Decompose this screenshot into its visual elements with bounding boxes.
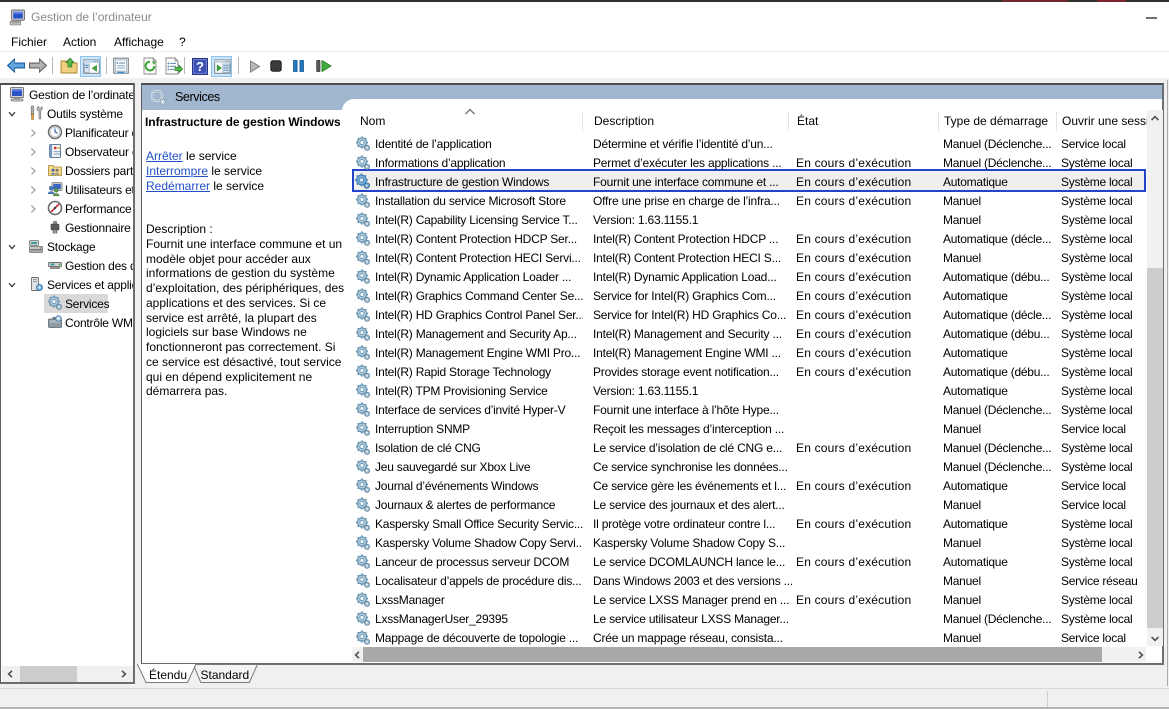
svg-text:Standard: Standard: [201, 668, 250, 682]
svg-text:?: ?: [196, 59, 204, 74]
svg-text:Étendu: Étendu: [149, 667, 187, 682]
